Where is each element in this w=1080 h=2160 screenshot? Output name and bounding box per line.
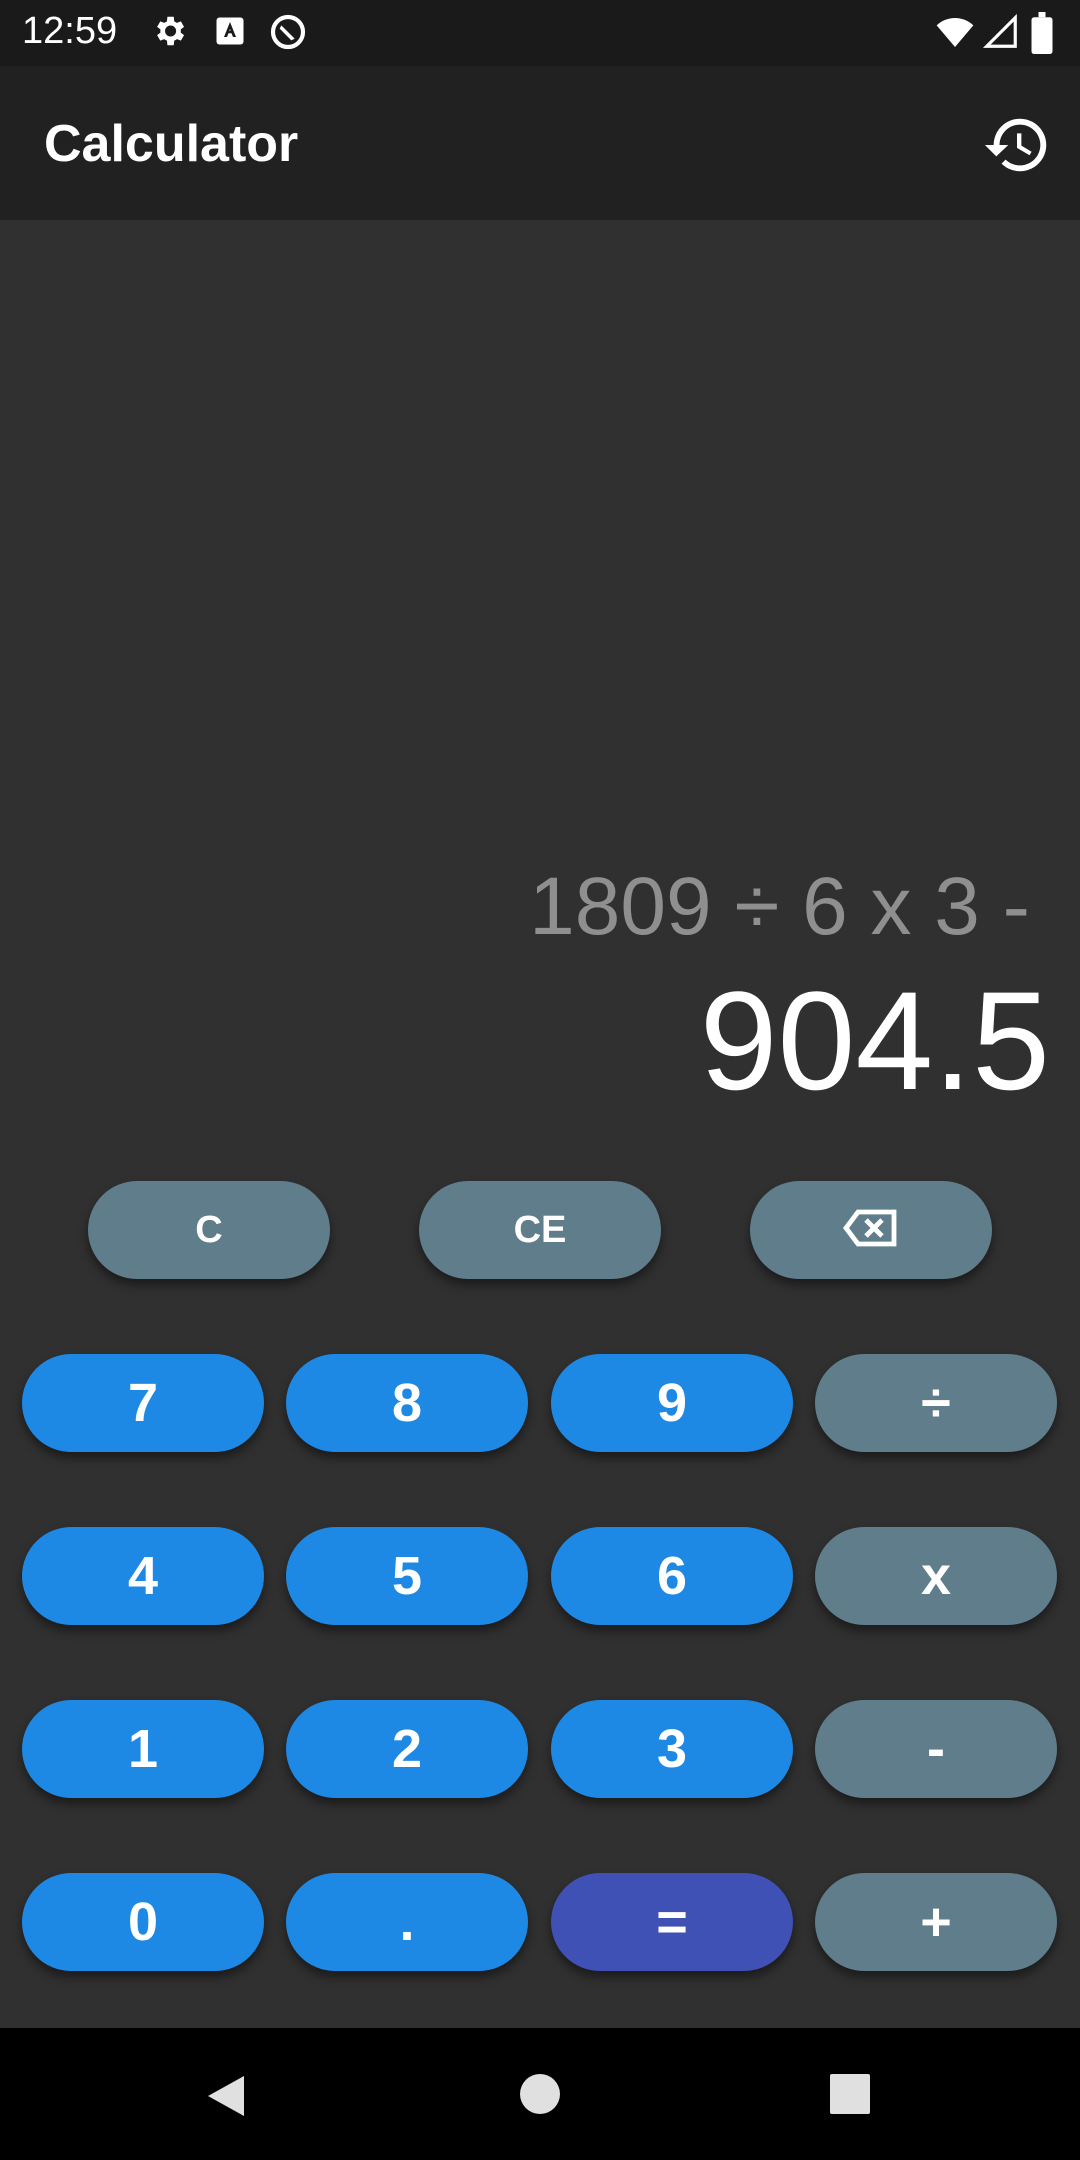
- digit-8-button[interactable]: 8: [286, 1354, 528, 1452]
- digit-3-button[interactable]: 3: [551, 1700, 793, 1798]
- clear-entry-button[interactable]: CE: [419, 1181, 661, 1279]
- result-display: 904.5: [699, 962, 1050, 1119]
- multiply-button[interactable]: x: [815, 1527, 1057, 1625]
- navigation-bar: [0, 2028, 1080, 2160]
- divide-button[interactable]: ÷: [815, 1354, 1057, 1452]
- battery-icon: [1030, 12, 1054, 59]
- digit-9-button[interactable]: 9: [551, 1354, 793, 1452]
- text-a-icon: [212, 12, 248, 55]
- digit-6-button[interactable]: 6: [551, 1527, 793, 1625]
- app-title: Calculator: [44, 115, 299, 173]
- add-button[interactable]: +: [815, 1873, 1057, 1971]
- home-icon[interactable]: [518, 2072, 562, 2121]
- status-time: 12:59: [22, 10, 118, 52]
- digit-4-button[interactable]: 4: [22, 1527, 264, 1625]
- backspace-button[interactable]: [750, 1181, 992, 1279]
- wifi-icon: [934, 12, 976, 57]
- circle-arrow-icon: [268, 12, 308, 57]
- clear-button[interactable]: C: [88, 1181, 330, 1279]
- digit-2-button[interactable]: 2: [286, 1700, 528, 1798]
- digit-7-button[interactable]: 7: [22, 1354, 264, 1452]
- back-icon[interactable]: [204, 2072, 248, 2125]
- subtract-button[interactable]: -: [815, 1700, 1057, 1798]
- digit-0-button[interactable]: 0: [22, 1873, 264, 1971]
- backspace-icon: [842, 1199, 900, 1261]
- recents-icon[interactable]: [828, 2072, 872, 2121]
- app-bar: Calculator: [0, 66, 1080, 220]
- digit-5-button[interactable]: 5: [286, 1527, 528, 1625]
- history-icon[interactable]: [982, 110, 1052, 180]
- digit-1-button[interactable]: 1: [22, 1700, 264, 1798]
- equals-button[interactable]: =: [551, 1873, 793, 1971]
- gear-icon: [150, 12, 188, 55]
- signal-icon: [982, 12, 1020, 57]
- status-bar: 12:59: [0, 0, 1080, 66]
- expression-display: 1809 ÷ 6 x 3 -: [529, 861, 1030, 952]
- decimal-button[interactable]: .: [286, 1873, 528, 1971]
